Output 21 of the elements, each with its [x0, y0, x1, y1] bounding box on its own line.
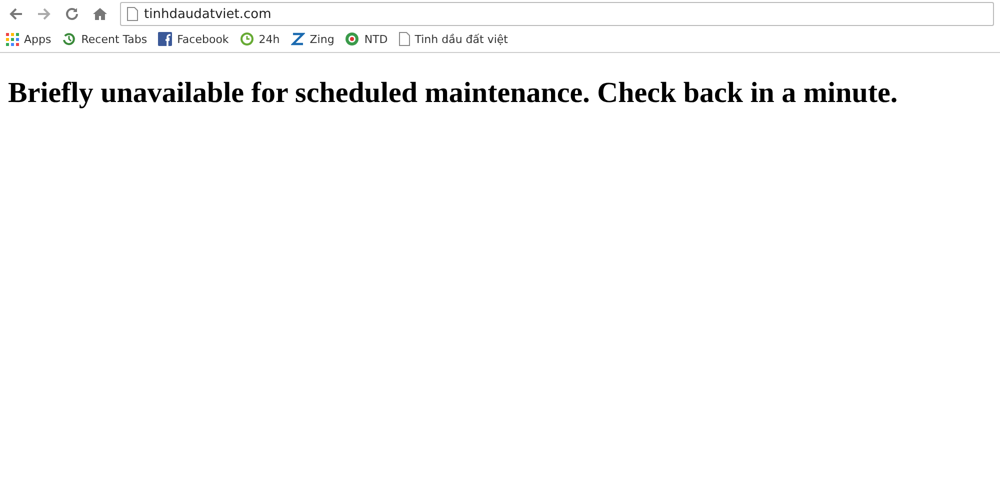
- bookmark[interactable]: Apps: [6, 32, 52, 46]
- bookmark[interactable]: Facebook: [158, 32, 229, 46]
- back-icon[interactable]: [8, 6, 24, 22]
- globe-icon: [345, 32, 360, 46]
- grid-icon: [6, 32, 19, 46]
- home-icon[interactable]: [92, 6, 108, 22]
- history-icon: [62, 32, 76, 46]
- reload-icon[interactable]: [64, 6, 80, 22]
- zigzag-icon: [290, 32, 305, 46]
- forward-icon[interactable]: [36, 6, 52, 22]
- bookmark[interactable]: 24h: [240, 32, 280, 46]
- bookmark[interactable]: Recent Tabs: [62, 32, 148, 46]
- address-bar[interactable]: tinhdaudatviet.com: [120, 2, 994, 26]
- bookmark[interactable]: Tinh dầu đất việt: [398, 32, 508, 46]
- square-logo-icon: [158, 32, 172, 46]
- page-icon: [398, 32, 410, 46]
- clock-icon: [240, 32, 254, 46]
- bookmark[interactable]: Zing: [290, 32, 334, 46]
- bookmark[interactable]: NTD: [345, 32, 388, 46]
- page-icon: [127, 7, 138, 21]
- page-heading: Briefly unavailable for scheduled maintenance. Check back in a minute.: [8, 77, 899, 110]
